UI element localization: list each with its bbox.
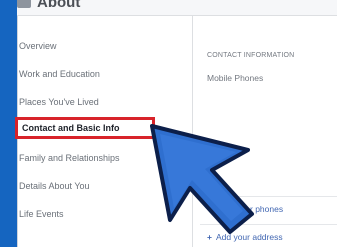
- pointer-arrow-icon: [150, 124, 254, 234]
